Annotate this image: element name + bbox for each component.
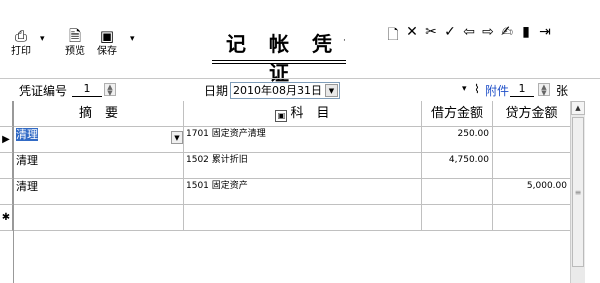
voucher-number-field[interactable]: 1	[72, 82, 102, 97]
row-indicator[interactable]	[0, 179, 13, 205]
account-cell[interactable]: 1501 固定资产	[184, 179, 422, 204]
row-indicator[interactable]	[0, 153, 13, 179]
summary-cell[interactable]	[14, 205, 184, 230]
debit-cell[interactable]: 250.00	[422, 127, 493, 152]
account-cell[interactable]: 1701 固定资产清理	[184, 127, 422, 152]
current-row-indicator[interactable]: ▶	[0, 127, 13, 153]
table-row[interactable]: 清理 1501 固定资产 5,000.00	[14, 179, 571, 205]
save-icon: ▣	[99, 27, 115, 45]
voucher-grid: 摘 要 ▣ 科 目 借方金额 贷方金额 清理 ▼ 1701 固定资产清理 250.00 清…	[13, 101, 583, 283]
account-cell[interactable]: 1502 累计折旧	[184, 153, 422, 178]
summary-text: 清理	[16, 154, 38, 167]
close-icon[interactable]: ✕	[405, 24, 419, 44]
summary-cell[interactable]: 清理 ▼	[14, 127, 184, 152]
action-icons: 🗋 ✕ ✂ ✓ ⇦ ⇨ ✍ ▮ ⇥	[386, 24, 552, 44]
arrow-left-icon[interactable]: ⇦	[462, 24, 476, 44]
voucher-info-bar: 凭证编号 1 ▲ ▼ 日期 2010年08月31日 ▼ ▾ ⌇ 附件 1 ▲ ▼ 张	[0, 78, 600, 100]
tools-icon[interactable]: ✂	[424, 24, 438, 44]
header-account[interactable]: ▣ 科 目	[184, 101, 422, 126]
arrow-right-icon[interactable]: ⇨	[481, 24, 495, 44]
debit-cell[interactable]	[422, 205, 493, 230]
account-ref-icon[interactable]: ▣	[275, 110, 288, 122]
chevron-down-icon[interactable]: ▼	[325, 84, 338, 97]
save-dropdown-icon[interactable]: ▾	[130, 34, 135, 44]
summary-dropdown-icon[interactable]: ▼	[171, 131, 183, 144]
attach-dropdown-icon[interactable]: ▾	[462, 84, 467, 94]
grid-header-row: 摘 要 ▣ 科 目 借方金额 贷方金额	[14, 101, 571, 127]
row-indicator-header	[0, 101, 13, 127]
vertical-scrollbar[interactable]: ▲ ≡	[570, 101, 585, 283]
print-label: 打印	[11, 46, 31, 57]
attach-unit-label: 张	[556, 84, 569, 98]
summary-text: 清理	[16, 128, 38, 141]
print-dropdown-icon[interactable]: ▾	[40, 34, 45, 44]
credit-cell[interactable]	[493, 205, 571, 230]
paperclip-icon: ⌇	[474, 82, 480, 96]
table-row[interactable]: 清理 1502 累计折旧 4,750.00	[14, 153, 571, 179]
credit-cell[interactable]: 5,000.00	[493, 179, 571, 204]
summary-text: 清理	[16, 180, 38, 193]
title-dropdown-icon[interactable]: ·	[343, 36, 346, 46]
scroll-up-icon[interactable]: ▲	[571, 101, 585, 115]
exit-icon[interactable]: ⇥	[538, 24, 552, 44]
date-value: 2010年08月31日	[233, 84, 322, 97]
header-credit[interactable]: 贷方金额	[493, 101, 571, 126]
voucher-number-spinner[interactable]: ▲ ▼	[104, 83, 116, 97]
save-button[interactable]: ▣ 保存	[92, 26, 122, 58]
sign-icon[interactable]: ✍	[500, 24, 514, 44]
title-underline	[212, 60, 346, 61]
title-underline-2	[212, 63, 346, 64]
clip-icon[interactable]: ▮	[519, 24, 533, 44]
printer-icon: ⎙	[14, 27, 27, 45]
debit-cell[interactable]	[422, 179, 493, 204]
credit-cell[interactable]	[493, 153, 571, 178]
attach-count-spinner[interactable]: ▲ ▼	[538, 83, 550, 97]
preview-label: 预览	[65, 46, 85, 57]
date-label: 日期	[204, 84, 229, 98]
check-icon[interactable]: ✓	[443, 24, 457, 44]
voucher-number-label: 凭证编号	[19, 84, 68, 98]
date-picker[interactable]: 2010年08月31日 ▼	[230, 82, 340, 99]
preview-icon: 🗎	[68, 27, 82, 45]
header-account-label: 科 目	[290, 106, 330, 121]
table-row[interactable]	[14, 205, 571, 231]
credit-cell[interactable]	[493, 127, 571, 152]
save-label: 保存	[97, 46, 117, 57]
attach-count-field[interactable]: 1	[510, 82, 534, 97]
debit-cell[interactable]: 4,750.00	[422, 153, 493, 178]
account-cell[interactable]	[184, 205, 422, 230]
summary-cell[interactable]: 清理	[14, 179, 184, 204]
new-row-indicator[interactable]: ✱	[0, 205, 13, 231]
toolbar: ⎙ 打印 ▾ 🗎 预览 ▣ 保存 ▾ 记 帐 凭 证 · 🗋 ✕ ✂ ✓ ⇦ ⇨ ✍ ▮ ⇥	[0, 0, 600, 85]
new-doc-icon[interactable]: 🗋	[386, 24, 400, 44]
table-row[interactable]: 清理 ▼ 1701 固定资产清理 250.00	[14, 127, 571, 153]
header-debit[interactable]: 借方金额	[422, 101, 493, 126]
attach-link[interactable]: 附件	[485, 82, 509, 99]
preview-button[interactable]: 🗎 预览	[60, 26, 90, 58]
scroll-thumb[interactable]: ≡	[572, 117, 584, 267]
print-button[interactable]: ⎙ 打印	[6, 26, 36, 58]
header-summary[interactable]: 摘 要	[14, 101, 184, 126]
summary-cell[interactable]: 清理	[14, 153, 184, 178]
